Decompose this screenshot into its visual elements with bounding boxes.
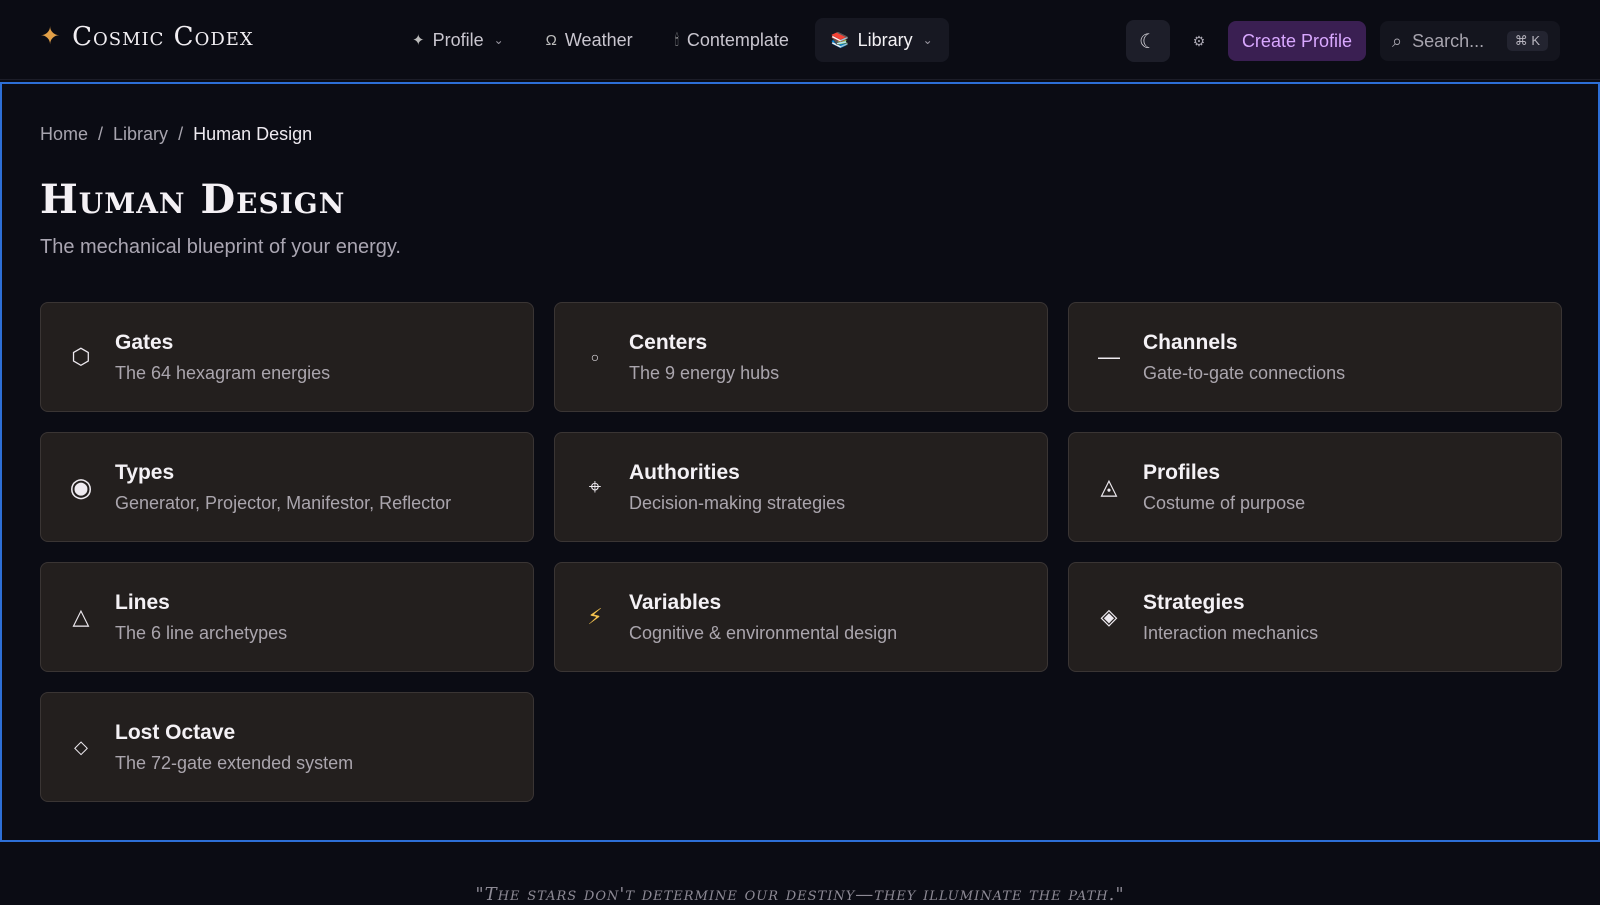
card-title: Lost Octave [115, 720, 236, 744]
crosshair-icon: ⌖ [588, 474, 602, 499]
card-types[interactable]: ◉ Types Generator, Projector, Manifestor… [40, 432, 534, 542]
line-icon: — [1098, 344, 1120, 369]
page-title: Human Design [40, 176, 346, 223]
card-description: Decision-making strategies [629, 492, 846, 513]
card-description: The 6 line archetypes [115, 622, 288, 643]
card-authorities[interactable]: ⌖ Authorities Decision-making strategies [554, 432, 1048, 542]
card-description: The 64 hexagram energies [115, 362, 331, 383]
moon-icon: ☾ [1138, 30, 1157, 53]
omega-icon: Ω [545, 31, 557, 49]
settings-button[interactable]: ⚙ [1184, 20, 1214, 62]
card-title: Authorities [629, 460, 740, 484]
card-centers[interactable]: ○ Centers The 9 energy hubs [554, 302, 1048, 412]
card-lost-octave[interactable]: ◇ Lost Octave The 72-gate extended syste… [40, 692, 534, 802]
top-navbar: ✦ Cosmic Codex ✦ Profile ⌄ Ω Weather 🕯 C… [0, 0, 1600, 80]
breadcrumb-home[interactable]: Home [40, 124, 88, 145]
card-title: Profiles [1143, 460, 1221, 484]
card-description: The 9 energy hubs [629, 362, 780, 383]
nav-profile-label: Profile [432, 29, 484, 50]
search-placeholder: Search... [1412, 30, 1485, 51]
hexagon-icon: ⬡ [71, 344, 91, 369]
nav-library[interactable]: 📚 Library ⌄ [814, 18, 949, 62]
sparkle-icon: ✦ [40, 23, 61, 50]
card-title: Lines [115, 590, 170, 614]
card-description: Gate-to-gate connections [1143, 362, 1346, 383]
card-gates[interactable]: ⬡ Gates The 64 hexagram energies [40, 302, 534, 412]
diamond-filled-icon: ◈ [1100, 604, 1118, 629]
main-nav: ✦ Profile ⌄ Ω Weather 🕯 Contemplate 📚 Li… [396, 18, 949, 62]
card-description: Cognitive & environmental design [629, 622, 898, 643]
nav-profile[interactable]: ✦ Profile ⌄ [396, 18, 520, 62]
shortcut-badge: ⌘ K [1506, 31, 1548, 51]
nav-library-label: Library [857, 29, 913, 50]
diamond-outline-icon: ◇ [74, 736, 88, 757]
card-description: Costume of purpose [1143, 492, 1306, 513]
search-icon: ⌕ [1392, 30, 1403, 51]
sparkle-icon: ✦ [412, 32, 425, 49]
chevron-down-icon: ⌄ [922, 33, 933, 47]
nav-weather-label: Weather [564, 29, 633, 50]
card-profiles[interactable]: ◬ Profiles Costume of purpose [1068, 432, 1562, 542]
card-channels[interactable]: — Channels Gate-to-gate connections [1068, 302, 1562, 412]
nav-contemplate-label: Contemplate [686, 29, 789, 50]
lightning-icon: ⚡ [587, 604, 603, 629]
gear-icon: ⚙ [1192, 32, 1206, 49]
triangle-eye-icon: ◬ [1100, 474, 1118, 499]
brand-name: Cosmic Codex [72, 22, 254, 52]
footer-quote: "The stars don't determine our destiny—t… [475, 884, 1125, 905]
card-variables[interactable]: ⚡ Variables Cognitive & environmental de… [554, 562, 1048, 672]
chevron-down-icon: ⌄ [493, 33, 504, 47]
breadcrumb-separator: / [98, 124, 104, 144]
candle-icon: 🕯 [674, 31, 679, 49]
card-title: Centers [629, 330, 708, 354]
brand[interactable]: ✦ Cosmic Codex [40, 22, 254, 52]
search-input[interactable]: ⌕ Search... ⌘ K [1380, 21, 1560, 61]
card-description: Interaction mechanics [1143, 622, 1319, 643]
card-description: The 72-gate extended system [115, 752, 354, 773]
card-title: Channels [1143, 330, 1238, 354]
create-profile-button[interactable]: Create Profile [1227, 21, 1366, 61]
breadcrumb-separator: / [178, 124, 184, 144]
breadcrumb-current: Human Design [193, 124, 313, 144]
breadcrumb-library[interactable]: Library [113, 124, 168, 145]
page-subtitle: The mechanical blueprint of your energy. [40, 236, 401, 258]
breadcrumb: Home / Library / Human Design [40, 124, 312, 145]
header-actions: ☾ ⚙ Create Profile ⌕ Search... ⌘ K [1125, 20, 1560, 62]
card-title: Gates [115, 330, 174, 354]
main-content: Home / Library / Human Design Human Desi… [0, 82, 1600, 842]
card-title: Variables [629, 590, 722, 614]
triangle-icon: △ [72, 604, 90, 629]
topic-grid: ⬡ Gates The 64 hexagram energies ○ Cente… [40, 302, 1562, 802]
card-description: Generator, Projector, Manifestor, Reflec… [115, 492, 452, 513]
nav-weather[interactable]: Ω Weather [530, 18, 649, 62]
card-title: Types [115, 460, 175, 484]
card-lines[interactable]: △ Lines The 6 line archetypes [40, 562, 534, 672]
circle-icon: ○ [590, 349, 600, 365]
card-strategies[interactable]: ◈ Strategies Interaction mechanics [1068, 562, 1562, 672]
theme-toggle-button[interactable]: ☾ [1125, 20, 1170, 62]
books-icon: 📚 [830, 32, 850, 49]
nav-contemplate[interactable]: 🕯 Contemplate [659, 18, 805, 62]
radio-circle-icon: ◉ [69, 471, 93, 502]
card-title: Strategies [1143, 590, 1245, 614]
